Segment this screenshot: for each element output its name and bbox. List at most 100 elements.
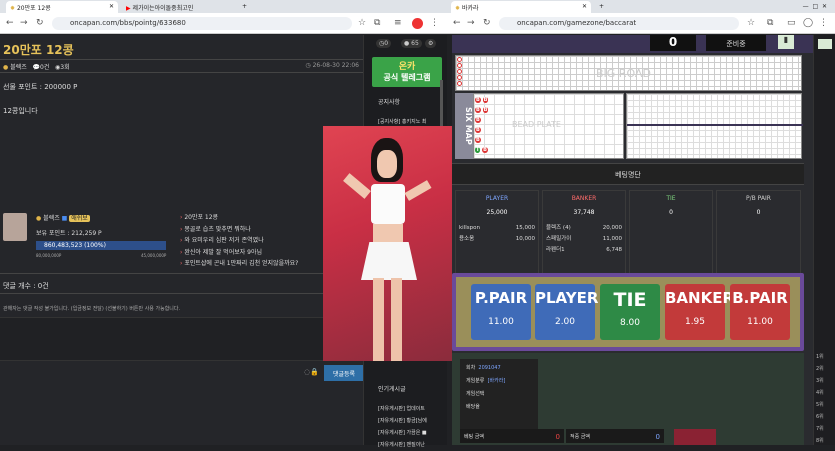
- recent-post-item[interactable]: › 20만포 12콩: [180, 212, 330, 224]
- side-button[interactable]: [818, 39, 832, 49]
- bet-player-button[interactable]: PLAYER 2.00: [535, 284, 598, 340]
- bead-mark: B: [475, 107, 481, 113]
- place-bet-button[interactable]: [674, 429, 716, 445]
- divider: [0, 293, 363, 294]
- extensions-icon[interactable]: ⧉: [767, 18, 773, 28]
- info-label: 회차: [466, 365, 476, 371]
- bet-amount: 11,000: [602, 236, 622, 242]
- reload-icon[interactable]: ↻: [483, 18, 491, 28]
- profile-name[interactable]: 블렉즈: [43, 215, 60, 222]
- bet-amount: 20,000: [602, 225, 622, 231]
- pair-column: P/B PAIR 0: [716, 190, 801, 276]
- url-input[interactable]: oncapan.com/gamezone/baccarat: [499, 17, 739, 30]
- back-icon[interactable]: ←: [453, 18, 461, 28]
- game-status: 준비중: [706, 35, 766, 51]
- popular-item[interactable]: [자유게시판] 가끔은 ■: [378, 427, 427, 439]
- bet-amount-label: 베팅 금액: [464, 434, 484, 440]
- column-total: 25,000: [486, 209, 508, 216]
- road-marker: [457, 81, 462, 86]
- bettor-name: 용소움: [459, 236, 475, 242]
- media-icon[interactable]: ≡: [394, 18, 402, 28]
- notice-title: 공지사항: [378, 99, 401, 106]
- new-tab-button[interactable]: +: [595, 1, 609, 13]
- comment-notice: 관해자는 댓글 작성 불가입니다. (입금정보 전달) (선불하기) 버튼만 사…: [3, 306, 181, 312]
- window-controls[interactable]: — □ ✕: [765, 1, 831, 13]
- lock-icon: ◌🔒: [304, 368, 319, 376]
- photo-leg: [391, 278, 402, 361]
- profile-avatar[interactable]: [412, 18, 423, 29]
- profile-icon[interactable]: ◯: [803, 18, 813, 28]
- column-total: 0: [756, 209, 761, 216]
- rank-item: 4위: [816, 390, 824, 396]
- new-tab-button[interactable]: +: [238, 1, 252, 13]
- player-column: PLAYER 25,000 killspon 15,000 용소움 10,000: [455, 190, 539, 276]
- bettor-name: 블렉즈 (4): [546, 225, 571, 231]
- right-tab-bar: ✸ 바카라 ✕ + — □ ✕: [447, 0, 835, 13]
- bet-amount: 10,000: [515, 236, 535, 242]
- settings-icon[interactable]: ⚙: [425, 39, 437, 48]
- photo-arm: [404, 180, 432, 201]
- level-bar: 860,483,523 (100%): [36, 241, 166, 250]
- verified-icon: ■: [61, 215, 68, 222]
- speaker-icon[interactable]: ▮: [778, 35, 794, 49]
- avatar[interactable]: [3, 213, 27, 241]
- bet-amount-box: 베팅 금액 0: [460, 429, 564, 443]
- bet-banker-button[interactable]: BANKER 1.95: [665, 284, 734, 340]
- notice-item[interactable]: [공지사항] 홍키지노 최: [378, 118, 426, 125]
- star-icon[interactable]: ☆: [358, 18, 366, 28]
- banker-column: BANKER 37,748 블렉즈 (4) 20,000 스패밀가이 11,000 …: [542, 190, 626, 276]
- back-icon[interactable]: ←: [6, 18, 14, 28]
- info-label: 게임선택: [466, 391, 485, 397]
- clock-icon: ◷: [305, 62, 311, 69]
- reload-icon[interactable]: ↻: [36, 18, 44, 28]
- recent-post-item[interactable]: › 완신아 제발 잘 먹어보자 9아님: [180, 247, 330, 259]
- left-address-bar: ← → ↻ oncapan.com/bbs/pointg/633680 ☆ ⧉ …: [0, 13, 447, 34]
- bettor-name: 라펜더1: [546, 247, 565, 253]
- sidebar-icon[interactable]: ▭: [787, 18, 796, 28]
- recent-post-item[interactable]: › 와 요미우리 심판 저거 존역였나: [180, 235, 330, 247]
- bet-amount: 6,748: [606, 247, 622, 253]
- tab-baccarat[interactable]: ✸ 바카라 ✕: [451, 1, 591, 13]
- recent-post-item[interactable]: › 몽골로 습츠 맞추면 뭐하나: [180, 224, 330, 236]
- right-address-bar: ← → ↻ oncapan.com/gamezone/baccarat ☆ ⧉ …: [447, 13, 835, 34]
- recent-post-item[interactable]: › 포인트샵에 곤내 1만짜리 김천 얻지않을까요?: [180, 258, 330, 270]
- popular-item[interactable]: [자유게시판] 황금[님에: [378, 415, 427, 427]
- bet-bpair-button[interactable]: B.PAIR 11.00: [730, 284, 790, 340]
- url-input[interactable]: oncapan.com/bbs/pointg/633680: [52, 17, 352, 30]
- menu-icon[interactable]: ⋮: [430, 18, 439, 28]
- bead-mark: B: [475, 117, 481, 123]
- popular-title: 인기게시글: [378, 386, 406, 393]
- photo-arm: [343, 173, 371, 199]
- win-amount-label: 적중 금액: [570, 434, 590, 440]
- forward-icon[interactable]: →: [20, 18, 28, 28]
- bet-ppair-button[interactable]: P.PAIR 11.00: [471, 284, 531, 340]
- author-name[interactable]: 블렉즈: [10, 64, 27, 71]
- bead-marks: B B B B B B B T B: [475, 95, 495, 155]
- popular-item[interactable]: [자유게시판] 맨질이난: [378, 439, 427, 451]
- comment-textarea[interactable]: [0, 317, 363, 361]
- left-tab-bar: ✸ 20만포 12콩 ✕ ▶ 제가이는아이돌중최고인 +: [0, 0, 447, 13]
- tab-post[interactable]: ✸ 20만포 12콩 ✕: [6, 1, 118, 13]
- road-marker: [457, 63, 462, 68]
- profile-badge: 애쉬보: [69, 215, 90, 222]
- forward-icon[interactable]: →: [467, 18, 475, 28]
- star-icon[interactable]: ☆: [747, 18, 755, 28]
- info-label: 게임분류: [466, 378, 485, 384]
- tie-column: TIE 0: [629, 190, 713, 276]
- bead-mark: T: [475, 147, 481, 153]
- round-info: 회차 2091047 게임분류 [바카라] 게임선택 배당율: [460, 359, 538, 429]
- submit-comment-button[interactable]: 댓글등록: [324, 365, 364, 381]
- photo-skirt: [361, 242, 417, 280]
- tab-youtube[interactable]: ▶ 제가이는아이돌중최고인: [122, 1, 234, 13]
- rank-item: 6위: [816, 414, 824, 420]
- bead-mark: B: [482, 107, 489, 113]
- six-map-label: SIX MAP: [455, 93, 473, 159]
- bet-tie-button[interactable]: TIE 8.00: [600, 284, 660, 340]
- rank-item: 8위: [816, 438, 824, 444]
- user-icon: ●: [36, 215, 42, 222]
- level-min: 80,000,000P: [36, 253, 62, 258]
- extensions-icon[interactable]: ⧉: [374, 18, 380, 28]
- popular-item[interactable]: [자유게시판] 업데이트: [378, 403, 427, 415]
- telegram-banner[interactable]: 온카 공식 텔레그램: [372, 57, 442, 87]
- menu-icon[interactable]: ⋮: [819, 18, 828, 28]
